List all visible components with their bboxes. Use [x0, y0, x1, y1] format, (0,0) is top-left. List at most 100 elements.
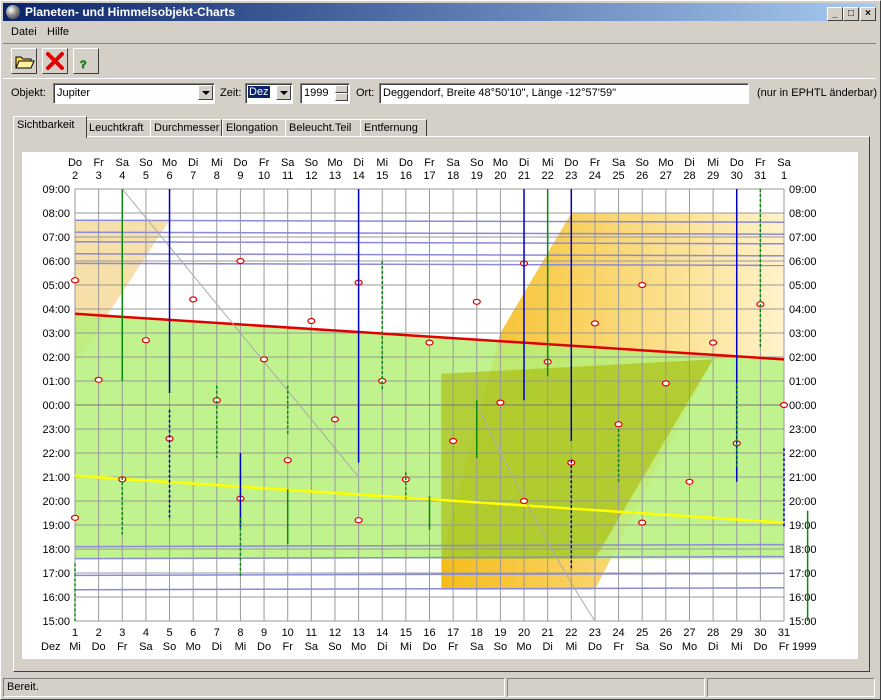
y-tick-label-left: 02:00	[42, 352, 70, 364]
chevron-down-icon[interactable]	[276, 85, 291, 100]
bottom-date-label: 13	[352, 627, 364, 639]
top-weekday-label: Mi	[542, 157, 554, 169]
moon-marker	[94, 376, 103, 383]
bottom-weekday-label: Di	[377, 641, 387, 653]
svg-text:?: ?	[80, 59, 87, 71]
y-tick-label-right: 18:00	[789, 544, 817, 556]
top-weekday-label: So	[139, 157, 152, 169]
top-weekday-label: Do	[730, 157, 744, 169]
ort-label: Ort:	[356, 87, 375, 99]
bottom-weekday-label: Di	[212, 641, 222, 653]
objekt-select[interactable]: Jupiter	[53, 83, 215, 104]
help-button[interactable]: ?	[73, 48, 99, 74]
moon-marker	[259, 356, 269, 363]
window-title: Planeten- und Himmelsobjekt-Charts	[25, 5, 236, 19]
top-date-label: 27	[660, 170, 672, 182]
moon-marker	[638, 281, 647, 289]
bottom-weekday-label: Mo	[186, 641, 201, 653]
bottom-weekday-label: Di	[542, 641, 552, 653]
tab-durchmesser[interactable]: Durchmesser	[150, 119, 222, 137]
minimize-button[interactable]: _	[827, 7, 843, 21]
moon-marker	[708, 339, 718, 346]
tab-sichtbarkeit[interactable]: Sichtbarkeit	[13, 116, 87, 138]
top-weekday-label: So	[305, 157, 318, 169]
moon-marker	[661, 380, 670, 387]
tab-panel: 09:00 09:00 08:00 08:00 07:00 07:00 06:00 06:00…	[13, 136, 870, 672]
bottom-date-label: 1	[72, 627, 78, 639]
bottom-date-label: 14	[376, 627, 388, 639]
open-button[interactable]	[11, 48, 37, 74]
ort-value: Deggendorf, Breite 48°50'10", Länge -12°…	[383, 87, 617, 99]
twilight-line	[74, 572, 785, 577]
top-weekday-label: Fr	[590, 157, 601, 169]
y-tick-label-right: 00:00	[789, 400, 817, 412]
y-tick-label-right: 03:00	[789, 328, 817, 340]
bottom-weekday-label: Do	[257, 641, 271, 653]
y-tick-label-left: 20:00	[42, 496, 70, 508]
y-tick-label-left: 19:00	[42, 520, 70, 532]
bottom-weekday-label: Sa	[305, 641, 319, 653]
y-tick-label-right: 15:00	[789, 616, 817, 628]
top-date-label: 26	[636, 170, 648, 182]
y-tick-label-left: 03:00	[42, 328, 70, 340]
top-date-label: 21	[518, 170, 530, 182]
bottom-month-label: Dez	[41, 641, 61, 653]
planet-icon	[6, 5, 20, 19]
month-select[interactable]: Dez	[245, 83, 293, 104]
ort-note: (nur in EPHTL änderbar)	[757, 87, 878, 99]
top-date-label: 4	[119, 170, 125, 182]
y-tick-label-left: 08:00	[42, 208, 70, 220]
moon-marker	[685, 478, 694, 485]
bottom-date-label: 5	[166, 627, 172, 639]
top-weekday-label: So	[635, 157, 648, 169]
y-tick-label-left: 04:00	[42, 304, 70, 316]
tab-beleucht-teil[interactable]: Beleucht.Teil	[285, 119, 361, 137]
top-date-label: 31	[754, 170, 766, 182]
top-date-label: 11	[282, 170, 293, 182]
tab-entfernung[interactable]: Entfernung	[360, 119, 427, 137]
bottom-weekday-label: So	[494, 641, 507, 653]
tab-leuchtkraft[interactable]: Leuchtkraft	[85, 119, 151, 137]
maximize-button[interactable]: □	[843, 7, 859, 21]
bottom-weekday-label: Do	[588, 641, 602, 653]
tab-elongation[interactable]: Elongation	[222, 119, 287, 137]
month-value: Dez	[248, 86, 270, 98]
y-tick-label-left: 18:00	[42, 544, 70, 556]
close-button[interactable]: ×	[860, 7, 876, 21]
moon-marker	[283, 457, 292, 464]
chevron-down-icon[interactable]	[198, 85, 213, 100]
menu-hilfe[interactable]: Hilfe	[47, 26, 69, 38]
status-pane-main: Bereit.	[3, 678, 505, 697]
spin-down-icon[interactable]	[335, 93, 348, 101]
top-date-label: 7	[190, 170, 196, 182]
bottom-weekday-label: Fr	[779, 641, 790, 653]
bottom-weekday-label: Do	[753, 641, 767, 653]
top-weekday-label: Fr	[755, 157, 766, 169]
bottom-weekday-label: Fr	[117, 641, 128, 653]
bottom-date-label: 2	[96, 627, 102, 639]
top-weekday-label: Mo	[162, 157, 177, 169]
bottom-date-label: 25	[636, 627, 648, 639]
moon-marker	[638, 519, 647, 526]
menu-datei[interactable]: Datei	[11, 26, 37, 38]
chart-canvas: 09:00 09:00 08:00 08:00 07:00 07:00 06:00 06:00…	[41, 157, 817, 653]
bottom-date-label: 28	[707, 627, 719, 639]
top-weekday-label: Di	[684, 157, 694, 169]
top-weekday-label: Mi	[211, 157, 223, 169]
bottom-weekday-label: Di	[708, 641, 718, 653]
delete-button[interactable]	[42, 48, 68, 74]
bottom-date-label: 26	[660, 627, 672, 639]
moon-marker	[449, 437, 458, 445]
y-tick-label-left: 17:00	[42, 568, 70, 580]
spin-up-icon[interactable]	[335, 85, 348, 93]
y-tick-label-right: 01:00	[789, 376, 817, 388]
bottom-date-label: 9	[261, 627, 267, 639]
bottom-weekday-label: Mo	[682, 641, 697, 653]
year-spinner[interactable]: 1999	[300, 83, 350, 104]
y-tick-label-left: 07:00	[42, 232, 70, 244]
top-date-label: 28	[683, 170, 695, 182]
y-tick-label-right: 09:00	[789, 184, 817, 196]
bottom-weekday-label: Fr	[448, 641, 459, 653]
moon-marker	[614, 421, 623, 428]
top-weekday-label: So	[470, 157, 483, 169]
